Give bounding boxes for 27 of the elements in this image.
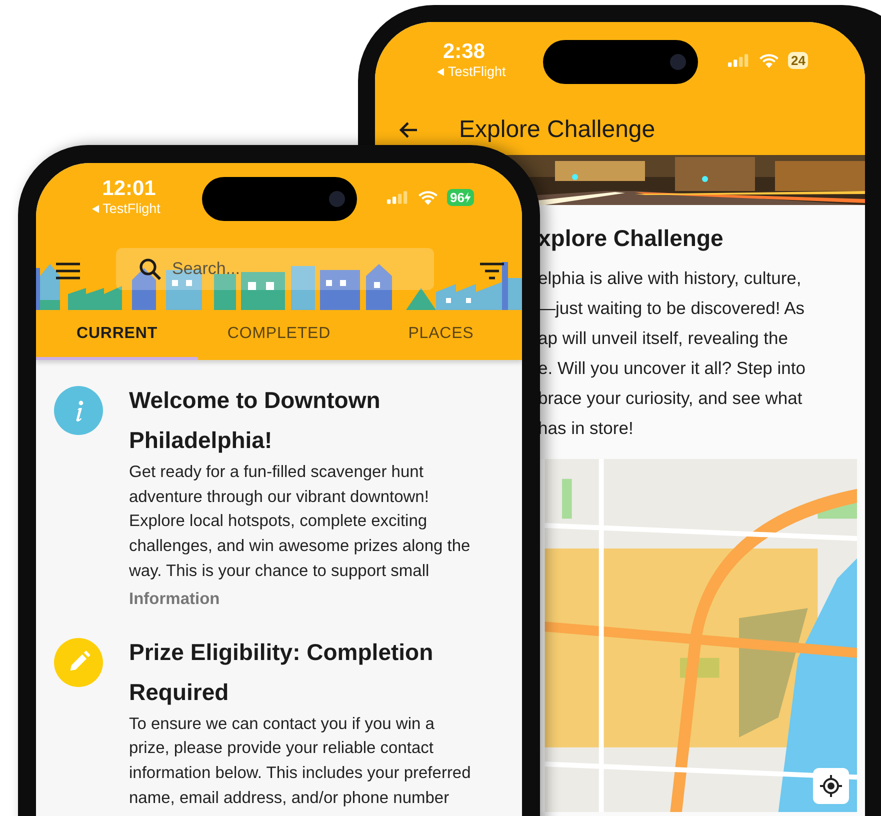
locate-button[interactable] xyxy=(813,768,849,804)
wifi-icon xyxy=(418,190,438,205)
signal-icon xyxy=(387,191,409,204)
back-triangle-icon xyxy=(92,205,100,213)
card-text: To ensure we can contact you if you win a prize, please provide your reliable contact information below. This includes your preferred name, email address, and/or phone number xyxy=(129,714,471,809)
menu-icon[interactable] xyxy=(56,262,80,280)
info-icon xyxy=(54,386,103,435)
challenge-heading: xplore Challenge xyxy=(538,224,724,253)
target-icon xyxy=(819,774,843,798)
back-triangle-icon xyxy=(437,68,445,76)
signal-icon xyxy=(728,54,750,67)
battery-indicator: 24 xyxy=(788,52,808,69)
card-text: Get ready for a fun-filled scavenger hunt adventure through our vibrant downtown! Explore local hotspots, complete exciting challenges, and win awesome prizes along the way. This is your chance to support small xyxy=(129,462,470,582)
tab[interactable]: COMPLETED xyxy=(198,310,360,360)
tab[interactable]: CURRENT xyxy=(36,310,198,360)
card-title: Welcome to Downtown Philadelphia! xyxy=(129,386,382,455)
wifi-icon xyxy=(759,53,779,68)
battery-indicator: 96 xyxy=(447,189,474,206)
card-title: Prize Eligibility: Completion Required xyxy=(129,638,434,707)
status-time: 12:01 xyxy=(102,177,156,201)
status-time: 2:38 xyxy=(443,40,486,64)
tab[interactable]: PLACES xyxy=(360,310,522,360)
screen-title: Explore Challenge xyxy=(459,116,656,144)
pencil-icon xyxy=(54,638,103,687)
information-link[interactable]: Information xyxy=(129,586,220,612)
filter-icon[interactable] xyxy=(480,262,504,280)
search-icon xyxy=(138,257,162,281)
